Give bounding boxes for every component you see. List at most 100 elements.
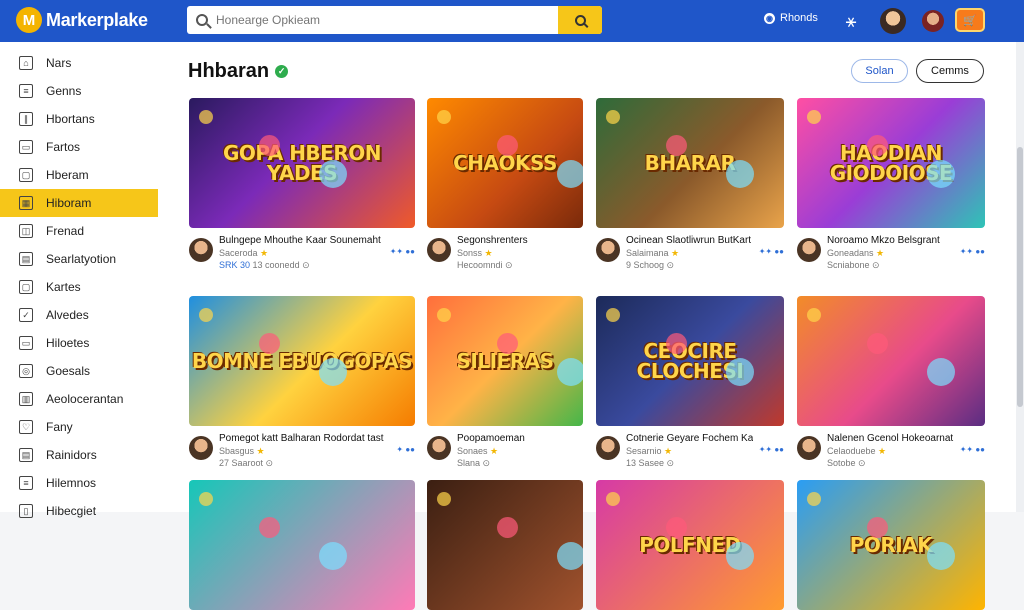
product-banner-text: GOPA HBERON YADES	[223, 141, 381, 185]
product-card[interactable]: CEOCIRE CLOCHESI Cotnerie Geyare Fochem K…	[596, 296, 784, 469]
scrollbar-thumb[interactable]	[1017, 147, 1023, 407]
product-card[interactable]	[427, 480, 583, 610]
seller-avatar[interactable]	[596, 238, 620, 262]
product-thumbnail[interactable]: HAODIAN GIODOIOSE	[797, 98, 985, 228]
sidebar-item-hibecgiet[interactable]: ▯ Hibecgiet	[0, 497, 158, 525]
product-card[interactable]: PORIAK	[797, 480, 985, 610]
search-bar	[187, 6, 602, 34]
list-icon: ≡	[19, 84, 33, 98]
product-info: Ocinean Slaotliwrun ButKart Salaimana ★ 9 …	[626, 235, 753, 271]
product-meta: Noroamo Mkzo Belsgrant Goneadans ★ Scniabo…	[797, 235, 985, 271]
sidebar-item-hberam[interactable]: ▢ Hberam	[0, 161, 158, 189]
sidebar-item-rainidors[interactable]: ▤ Rainidors	[0, 441, 158, 469]
sidebar-item-hbortans[interactable]: ∥ Hbortans	[0, 105, 158, 133]
product-title[interactable]: Pomegot katt Balharan Rodordat tast	[219, 433, 390, 445]
sidebar-item-hiloetes[interactable]: ▭ Hiloetes	[0, 329, 158, 357]
seller-avatar[interactable]	[427, 238, 451, 262]
product-title[interactable]: Nalenen Gcenol Hokeoarnat	[827, 433, 954, 445]
product-stats: SRK 30 13 coonedd ⊙	[219, 259, 384, 271]
product-card[interactable]: SILIERAS Poopamoeman Sonaes ★ Slana ⊙	[427, 296, 583, 469]
product-banner-text: BOMNE EBUOGOPAS	[191, 349, 413, 373]
product-thumbnail[interactable]: CEOCIRE CLOCHESI	[596, 296, 784, 426]
product-card[interactable]: CHAOKSS Segonshrenters Sonss ★ Hecoomndi ⊙	[427, 98, 583, 271]
solan-button[interactable]: Solan	[851, 59, 908, 83]
sidebar-item-aeolocerantan[interactable]: ▥ Aeolocerantan	[0, 385, 158, 413]
sidebar: ⌂ Nars ≡ Genns ∥ Hbortans ▭ Fartos ▢ Hberam ▦ Hibor…	[0, 42, 158, 518]
search-button[interactable]	[558, 6, 602, 34]
product-title[interactable]: Poopamoeman	[457, 433, 583, 445]
sidebar-item-nars[interactable]: ⌂ Nars	[0, 49, 158, 77]
cart-button[interactable]: 🛒	[955, 8, 985, 32]
product-title[interactable]: Cotnerie Geyare Fochem Kas Solenodsan	[626, 433, 753, 445]
decoration	[807, 308, 821, 322]
product-thumbnail[interactable]: POLFNED	[596, 480, 784, 610]
sidebar-item-frenad[interactable]: ◫ Frenad	[0, 217, 158, 245]
product-seller: Goneadans ★	[827, 248, 885, 258]
decoration	[497, 517, 518, 538]
star-icon: ★	[260, 248, 269, 258]
sidebar-item-genns[interactable]: ≡ Genns	[0, 77, 158, 105]
star-icon: ★	[256, 446, 265, 456]
user-plus-icon[interactable]: ⚹	[838, 8, 864, 34]
decoration	[867, 333, 888, 354]
sidebar-item-fartos[interactable]: ▭ Fartos	[0, 133, 158, 161]
product-thumbnail[interactable]	[427, 480, 583, 610]
seller-avatar[interactable]	[189, 238, 213, 262]
product-card[interactable]: Nalenen Gcenol Hokeoarnat Celaoduebe ★ Sot…	[797, 296, 985, 469]
decoration	[199, 110, 213, 124]
product-card[interactable]: GOPA HBERON YADES Bulngepe Mhouthe Kaar S…	[189, 98, 415, 271]
file-icon: ▯	[19, 504, 33, 518]
seller-avatar[interactable]	[797, 238, 821, 262]
seller-avatar[interactable]	[189, 436, 213, 460]
product-title[interactable]: Ocinean Slaotliwrun ButKart	[626, 235, 753, 247]
star-icon: ★	[878, 446, 887, 456]
product-thumbnail[interactable]: GOPA HBERON YADES	[189, 98, 415, 228]
product-card[interactable]: BHARAR Ocinean Slaotliwrun ButKart Salaima…	[596, 98, 784, 271]
sidebar-item-hiboram[interactable]: ▦ Hiboram	[0, 189, 158, 217]
search-input[interactable]	[216, 13, 558, 27]
sidebar-item-goesals[interactable]: ◎ Goesals	[0, 357, 158, 385]
product-thumbnail[interactable]: BHARAR	[596, 98, 784, 228]
product-meta: Segonshrenters Sonss ★ Hecoomndi ⊙	[427, 235, 583, 271]
sidebar-item-label: Hbortans	[46, 112, 95, 126]
product-card[interactable]	[189, 480, 415, 610]
star-icon: ★	[664, 446, 673, 456]
top-navigation-bar: M Markerplake ◉ Rhonds ⚹ 🛒	[0, 0, 1024, 42]
scrollbar[interactable]	[1016, 42, 1024, 512]
decoration	[666, 135, 687, 156]
language-link[interactable]: ◉ Rhonds	[764, 12, 818, 24]
verified-icon: ✓	[275, 65, 289, 78]
product-title[interactable]: Bulngepe Mhouthe Kaar Sounemaht Solupbor…	[219, 235, 384, 247]
sidebar-item-alvedes[interactable]: ✓ Alvedes	[0, 301, 158, 329]
sidebar-item-label: Fartos	[46, 140, 81, 154]
target-icon: ◎	[19, 364, 33, 378]
product-card[interactable]: POLFNED	[596, 480, 784, 610]
product-thumbnail[interactable]: SILIERAS	[427, 296, 583, 426]
seller-avatar[interactable]	[797, 436, 821, 460]
product-title[interactable]: Noroamo Mkzo Belsgrant	[827, 235, 954, 247]
product-thumbnail[interactable]: PORIAK	[797, 480, 985, 610]
decoration	[557, 160, 583, 188]
avatar[interactable]	[880, 8, 906, 34]
sidebar-item-label: Hiloetes	[46, 336, 90, 350]
product-card[interactable]: HAODIAN GIODOIOSE Noroamo Mkzo Belsgrant G…	[797, 98, 985, 271]
product-thumbnail[interactable]	[189, 480, 415, 610]
avatar-secondary[interactable]	[922, 10, 944, 32]
product-banner-text: PORIAK	[849, 533, 933, 557]
product-seller: Sonaes ★	[457, 446, 499, 456]
product-thumbnail[interactable]: BOMNE EBUOGOPAS	[189, 296, 415, 426]
logo[interactable]: M Markerplake	[16, 7, 148, 33]
cemms-button[interactable]: Cemms	[916, 59, 984, 83]
decoration	[497, 333, 518, 354]
product-card[interactable]: BOMNE EBUOGOPAS Pomegot katt Balharan Rod…	[189, 296, 415, 469]
seller-avatar[interactable]	[596, 436, 620, 460]
sidebar-item-kartes[interactable]: ▢ Kartes	[0, 273, 158, 301]
sidebar-item-fany[interactable]: ♡ Fany	[0, 413, 158, 441]
product-thumbnail[interactable]	[797, 296, 985, 426]
product-thumbnail[interactable]: CHAOKSS	[427, 98, 583, 228]
sidebar-item-hilemnos[interactable]: ≡ Hilemnos	[0, 469, 158, 497]
seller-avatar[interactable]	[427, 436, 451, 460]
sidebar-item-searlatyotion[interactable]: ▤ Searlatyotion	[0, 245, 158, 273]
product-title[interactable]: Segonshrenters	[457, 235, 583, 247]
product-stats: Hecoomndi ⊙	[457, 259, 583, 271]
